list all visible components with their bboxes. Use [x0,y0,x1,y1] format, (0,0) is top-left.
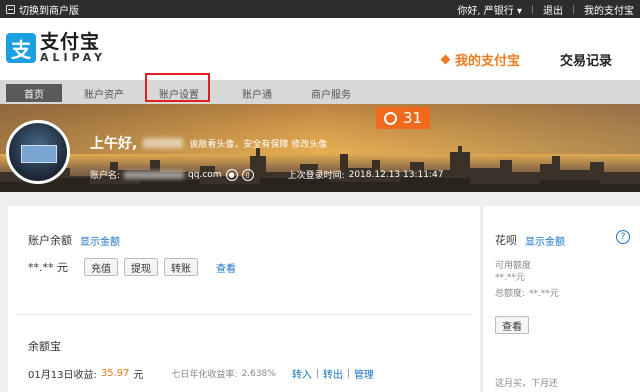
my-alipay-link[interactable]: 我的支付宝 [584,2,634,17]
masked-account [124,170,185,179]
logo-cn-text: 支付宝 [40,31,101,53]
income-label: 01月13日收益: [28,370,97,381]
logout-link[interactable]: 退出 [543,2,563,17]
recharge-button[interactable]: 充值 [84,258,118,276]
nav-transactions[interactable]: 交易记录 [560,50,612,69]
phone-icon[interactable]: ▯ [241,168,254,181]
diamond-icon [440,54,451,65]
alarm-clock-icon [383,111,397,125]
last-login-label: 上次登录时间: [287,171,345,181]
nav-my-alipay-label: 我的支付宝 [454,54,520,69]
deposit-link[interactable]: 转入 [292,366,312,381]
tab-account-assets[interactable]: 账户资产 [72,84,136,102]
avatar-tip-link[interactable]: 诶散看头像，安全有保障 修改头像 [189,137,327,150]
income-unit: 元 [133,370,144,381]
huabei-view-button[interactable]: 查看 [495,316,529,334]
huabei-show-amount[interactable]: 显示金额 [525,233,565,248]
main-panel: 账户余额 显示金额 **.** 元 充值 提现 转账 查看 余额宝 01月13日… [8,206,480,392]
balance-view-link[interactable]: 查看 [216,260,236,275]
yuebao-title: 余额宝 [28,340,61,353]
manage-link[interactable]: 管理 [354,366,374,381]
greeting-label: 上午好, [90,136,138,152]
total-label: 总额度: [495,289,526,299]
rate-value: 2.638% [241,368,276,379]
withdraw-link[interactable]: 转出 [323,366,343,381]
balance-amount: **.** 元 [28,261,68,274]
nav-my-alipay[interactable]: 我的支付宝 [440,50,520,69]
tab-account-pass[interactable]: 账户通 [228,84,286,102]
account-info: 账户名: qq.com ● ▯ 上次登录时间: 2018.12.13 13:11… [90,168,443,181]
banner-greeting: 上午好, 诶散看头像，安全有保障 修改头像 [90,133,327,153]
greeting-text: 你好, 严银行 ▾ [457,6,522,17]
alipay-logo-icon: 支 [6,33,36,63]
username-link[interactable]: 严银行 [484,6,514,17]
available-value: **.**元 [495,273,525,283]
total-value: **.**元 [529,289,559,299]
huabei-title: 花呗 [495,234,517,247]
alipay-logo[interactable]: 支 支付宝 ALIPAY [6,32,106,64]
user-icon[interactable]: ● [225,168,238,181]
help-icon[interactable]: ? [616,230,630,244]
balance-show-amount[interactable]: 显示金额 [80,233,120,248]
withdraw-button[interactable]: 提现 [124,258,158,276]
logo-en-text: ALIPAY [40,51,107,64]
tab-home[interactable]: 首页 [6,84,62,102]
transfer-button[interactable]: 转账 [164,258,198,276]
switch-label: 切换到商户版 [19,6,79,17]
switch-icon [6,5,15,14]
tab-account-settings[interactable]: 账户设置 [148,84,210,102]
account-label: 账户名: [90,171,121,181]
avatar[interactable] [6,120,70,184]
account-suffix: qq.com [188,169,222,180]
huabei-footer: 这月买，下月还 [495,379,559,389]
chevron-down-icon: ▾ [516,6,522,17]
days-count: 31 [402,109,423,127]
rate-label: 七日年化收益率: [171,370,238,380]
balance-title: 账户余额 [28,234,72,247]
header: 支 支付宝 ALIPAY 我的支付宝 交易记录 [0,18,640,80]
huabei-panel: 花呗 显示金额 ? 可用额度 **.**元 总额度: **.**元 查看 这月买… [482,206,640,392]
sub-nav: 首页 账户资产 账户设置 账户通 商户服务 [0,80,640,104]
top-bar: 切换到商户版 你好, 严银行 ▾ 退出 我的支付宝 [0,0,640,18]
last-login-time: 2018.12.13 13:11:47 [348,169,444,180]
tab-merchant-service[interactable]: 商户服务 [298,84,364,102]
switch-merchant-link[interactable]: 切换到商户版 [6,2,79,17]
days-badge[interactable]: 31 [376,107,430,129]
income-value: 35.97 [100,368,130,379]
masked-username [143,138,184,148]
